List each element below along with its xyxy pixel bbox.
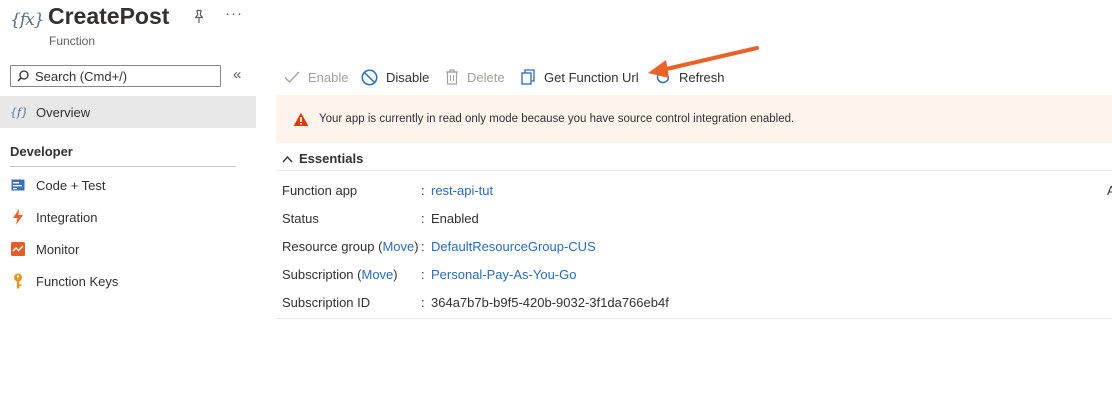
refresh-icon [656, 70, 670, 84]
delete-button[interactable]: Delete [445, 67, 505, 87]
sidebar-item-label: Monitor [36, 241, 80, 257]
property-label: Function app [282, 183, 358, 198]
property-colon: : [421, 295, 425, 310]
property-row-resource-group: Resource group (Move) : DefaultResourceG… [282, 239, 1112, 257]
essentials-title: Essentials [299, 151, 364, 166]
property-colon: : [421, 211, 425, 226]
get-function-url-button[interactable]: Get Function Url [521, 67, 639, 87]
warning-icon [293, 112, 309, 126]
status-value: Enabled [431, 211, 479, 226]
essentials-divider [276, 170, 1112, 171]
sidebar-item-integration[interactable]: Integration [0, 201, 256, 233]
refresh-button-label: Refresh [679, 69, 725, 85]
sidebar-item-code-test[interactable]: Code + Test [0, 169, 256, 201]
sidebar-item-function-keys[interactable]: Function Keys [0, 265, 256, 297]
property-label: Resource group (Move) [282, 239, 419, 254]
trash-icon [446, 69, 458, 85]
monitor-icon [10, 241, 26, 257]
chevron-up-icon [282, 155, 293, 162]
search-icon [17, 70, 29, 82]
read-only-warning-banner: Your app is currently in read only mode … [276, 95, 1112, 143]
sidebar-item-label: Integration [36, 209, 98, 225]
svg-text:{f}: {f} [10, 106, 26, 119]
sidebar-divider [10, 166, 236, 167]
function-logo-icon: {fx} [10, 10, 45, 30]
delete-button-label: Delete [467, 69, 505, 85]
sidebar-item-overview[interactable]: {f} Overview [0, 96, 256, 128]
property-label: Subscription (Move) [282, 267, 398, 282]
resource-group-link[interactable]: DefaultResourceGroup-CUS [431, 239, 596, 254]
truncated-column-text: A [1107, 183, 1112, 198]
key-icon [10, 273, 26, 289]
enable-button[interactable]: Enable [284, 67, 348, 87]
function-app-link[interactable]: rest-api-tut [431, 183, 493, 198]
more-options-icon[interactable]: ··· [225, 5, 243, 22]
sidebar-item-label: Code + Test [36, 177, 106, 193]
sidebar-item-label: Function Keys [36, 273, 119, 289]
sidebar-section-developer: Developer [10, 144, 73, 159]
property-row-subscription: Subscription (Move) : Personal-Pay-As-Yo… [282, 267, 1112, 285]
code-icon [10, 177, 26, 193]
essentials-toggle[interactable]: Essentials [282, 151, 363, 166]
function-overview-page: {fx} CreatePost Function ··· « {f} Overv… [0, 0, 1112, 413]
subscription-link[interactable]: Personal-Pay-As-You-Go [431, 267, 576, 282]
search-input-box[interactable] [10, 65, 221, 87]
sidebar-item-label: Overview [36, 104, 91, 120]
move-resource-group-link[interactable]: Move [382, 239, 414, 254]
refresh-button[interactable]: Refresh [655, 67, 725, 87]
search-input[interactable] [35, 68, 215, 84]
property-colon: : [421, 183, 425, 198]
checkmark-icon [284, 71, 300, 83]
block-icon [361, 69, 378, 85]
banner-message: Your app is currently in read only mode … [319, 113, 795, 125]
sidebar-item-monitor[interactable]: Monitor [0, 233, 256, 265]
move-subscription-link[interactable]: Move [361, 267, 393, 282]
subscription-id-value: 364a7b7b-b9f5-420b-9032-3f1da766eb4f [431, 295, 669, 310]
property-colon: : [421, 267, 425, 282]
function-icon: {f} [10, 104, 26, 120]
get-function-url-label: Get Function Url [544, 69, 639, 85]
property-row-function-app: Function app : rest-api-tut [282, 183, 1112, 201]
lightning-icon [10, 209, 26, 225]
property-row-subscription-id: Subscription ID : 364a7b7b-b9f5-420b-903… [282, 295, 1112, 313]
disable-button-label: Disable [386, 69, 430, 85]
page-subtitle: Function [49, 34, 96, 48]
copy-icon [521, 69, 535, 85]
enable-button-label: Enable [308, 69, 349, 85]
property-colon: : [421, 239, 425, 254]
pin-icon[interactable] [191, 9, 207, 25]
property-label: Status [282, 211, 319, 226]
property-label: Subscription ID [282, 295, 371, 310]
essentials-bottom-divider [276, 318, 1112, 319]
property-row-status: Status : Enabled [282, 211, 1112, 229]
disable-button[interactable]: Disable [361, 67, 429, 87]
collapse-sidebar-icon[interactable]: « [233, 66, 241, 83]
page-title: CreatePost [48, 3, 170, 29]
